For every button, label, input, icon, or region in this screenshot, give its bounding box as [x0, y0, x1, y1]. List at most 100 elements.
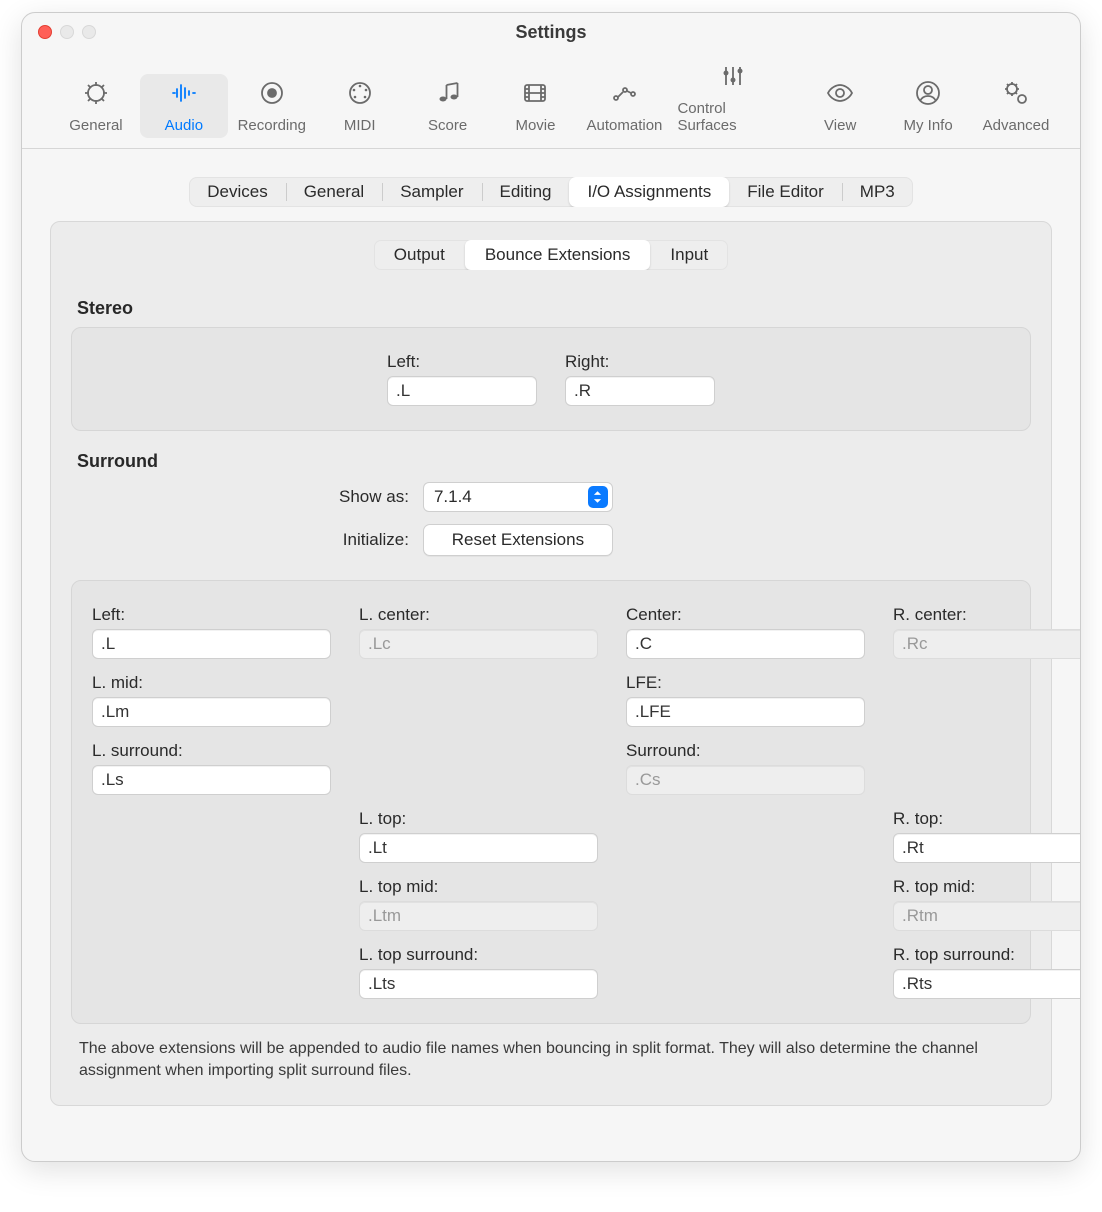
subtab-i-o-assignments[interactable]: I/O Assignments — [569, 177, 729, 207]
surround-field-lmid: L. mid: — [92, 673, 331, 727]
audio-subtabs: DevicesGeneralSamplerEditingI/O Assignme… — [189, 177, 913, 207]
toolbar-score[interactable]: Score — [404, 74, 492, 138]
surround-field-csurround: Surround: — [626, 741, 865, 795]
select-arrows-icon — [588, 486, 608, 508]
surround-field-ltopsurround: L. top surround: — [359, 945, 598, 999]
footnote-text: The above extensions will be appended to… — [79, 1038, 1023, 1081]
toolbar-label: Score — [428, 117, 467, 134]
audio-icon — [169, 78, 199, 113]
toolbar-label: Movie — [515, 117, 555, 134]
iotab-output[interactable]: Output — [374, 240, 465, 270]
stereo-left-label: Left: — [387, 352, 537, 372]
stereo-right-label: Right: — [565, 352, 715, 372]
reset-extensions-button[interactable]: Reset Extensions — [423, 524, 613, 556]
surround-field-ltop: L. top: — [359, 809, 598, 863]
io-subtabs: OutputBounce ExtensionsInput — [374, 240, 728, 270]
stereo-right-input[interactable] — [565, 376, 715, 406]
surround-label-lsurround: L. surround: — [92, 741, 331, 761]
toolbar-label: Audio — [165, 117, 203, 134]
surround-input-rcenter — [893, 629, 1081, 659]
subtab-devices[interactable]: Devices — [189, 177, 285, 207]
recording-icon — [257, 78, 287, 113]
iotab-input[interactable]: Input — [650, 240, 728, 270]
toolbar-label: Recording — [238, 117, 306, 134]
subtab-editing[interactable]: Editing — [482, 177, 570, 207]
toolbar-my-info[interactable]: My Info — [884, 74, 972, 138]
surround-field-rtopsurround: R. top surround: — [893, 945, 1081, 999]
toolbar-control-surfaces[interactable]: Control Surfaces — [669, 57, 796, 138]
surround-field-lsurround: L. surround: — [92, 741, 331, 795]
surround-input-left[interactable] — [92, 629, 331, 659]
view-icon — [825, 78, 855, 113]
stereo-box: Left: Right: — [71, 327, 1031, 431]
surround-field-lcenter: L. center: — [359, 605, 598, 659]
toolbar-label: Automation — [587, 117, 663, 134]
surround-label-lcenter: L. center: — [359, 605, 598, 625]
main-toolbar: General Audio Recording MIDI Score Movie Autom… — [22, 51, 1080, 149]
surround-label-ltop: L. top: — [359, 809, 598, 829]
surround-label-lfe: LFE: — [626, 673, 865, 693]
subtab-file-editor[interactable]: File Editor — [729, 177, 842, 207]
titlebar: Settings — [22, 13, 1080, 51]
surround-input-center[interactable] — [626, 629, 865, 659]
subtab-general[interactable]: General — [286, 177, 382, 207]
advanced-icon — [1001, 78, 1031, 113]
surround-input-lcenter — [359, 629, 598, 659]
initialize-label: Initialize: — [339, 530, 409, 550]
surround-label-ltopsurround: L. top surround: — [359, 945, 598, 965]
content-area: DevicesGeneralSamplerEditingI/O Assignme… — [22, 149, 1080, 1126]
surround-input-lsurround[interactable] — [92, 765, 331, 795]
subtab-mp-[interactable]: MP3 — [842, 177, 913, 207]
surround-heading: Surround — [77, 451, 1031, 472]
surround-label-ltopmid: L. top mid: — [359, 877, 598, 897]
stereo-left-input[interactable] — [387, 376, 537, 406]
toolbar-label: MIDI — [344, 117, 376, 134]
subtab-sampler[interactable]: Sampler — [382, 177, 481, 207]
surround-input-ltop[interactable] — [359, 833, 598, 863]
surround-input-lmid[interactable] — [92, 697, 331, 727]
showas-label: Show as: — [339, 487, 409, 507]
surround-label-csurround: Surround: — [626, 741, 865, 761]
toolbar-label: General — [69, 117, 122, 134]
iotab-bounce-extensions[interactable]: Bounce Extensions — [465, 240, 651, 270]
surround-input-lfe[interactable] — [626, 697, 865, 727]
surround-label-left: Left: — [92, 605, 331, 625]
toolbar-movie[interactable]: Movie — [492, 74, 580, 138]
automation-icon — [609, 78, 639, 113]
showas-select[interactable]: 7.1.4 — [423, 482, 613, 512]
surround-label-rcenter: R. center: — [893, 605, 1081, 625]
surround-label-rtopsurround: R. top surround: — [893, 945, 1081, 965]
surround-field-ltopmid: L. top mid: — [359, 877, 598, 931]
toolbar-midi[interactable]: MIDI — [316, 74, 404, 138]
toolbar-label: Control Surfaces — [677, 100, 788, 134]
toolbar-automation[interactable]: Automation — [579, 74, 669, 138]
surround-label-rtop: R. top: — [893, 809, 1081, 829]
toolbar-label: My Info — [903, 117, 952, 134]
toolbar-label: Advanced — [983, 117, 1050, 134]
showas-value: 7.1.4 — [434, 487, 472, 507]
surround-field-rtopmid: R. top mid: — [893, 877, 1081, 931]
my-info-icon — [913, 78, 943, 113]
surround-input-rtopsurround[interactable] — [893, 969, 1081, 999]
toolbar-advanced[interactable]: Advanced — [972, 74, 1060, 138]
surround-field-lfe: LFE: — [626, 673, 865, 727]
surround-field-rtop: R. top: — [893, 809, 1081, 863]
general-icon — [81, 78, 111, 113]
surround-input-ltopsurround[interactable] — [359, 969, 598, 999]
surround-label-center: Center: — [626, 605, 865, 625]
surround-label-rtopmid: R. top mid: — [893, 877, 1081, 897]
surround-field-left: Left: — [92, 605, 331, 659]
toolbar-label: View — [824, 117, 856, 134]
surround-field-rcenter: R. center: — [893, 605, 1081, 659]
toolbar-recording[interactable]: Recording — [228, 74, 316, 138]
toolbar-audio[interactable]: Audio — [140, 74, 228, 138]
control-surfaces-icon — [718, 61, 748, 96]
settings-window: Settings General Audio Recording MIDI Score M… — [21, 12, 1081, 1162]
surround-input-ltopmid — [359, 901, 598, 931]
surround-input-rtop[interactable] — [893, 833, 1081, 863]
movie-icon — [520, 78, 550, 113]
toolbar-view[interactable]: View — [796, 74, 884, 138]
surround-label-lmid: L. mid: — [92, 673, 331, 693]
toolbar-general[interactable]: General — [52, 74, 140, 138]
window-title: Settings — [22, 22, 1080, 43]
